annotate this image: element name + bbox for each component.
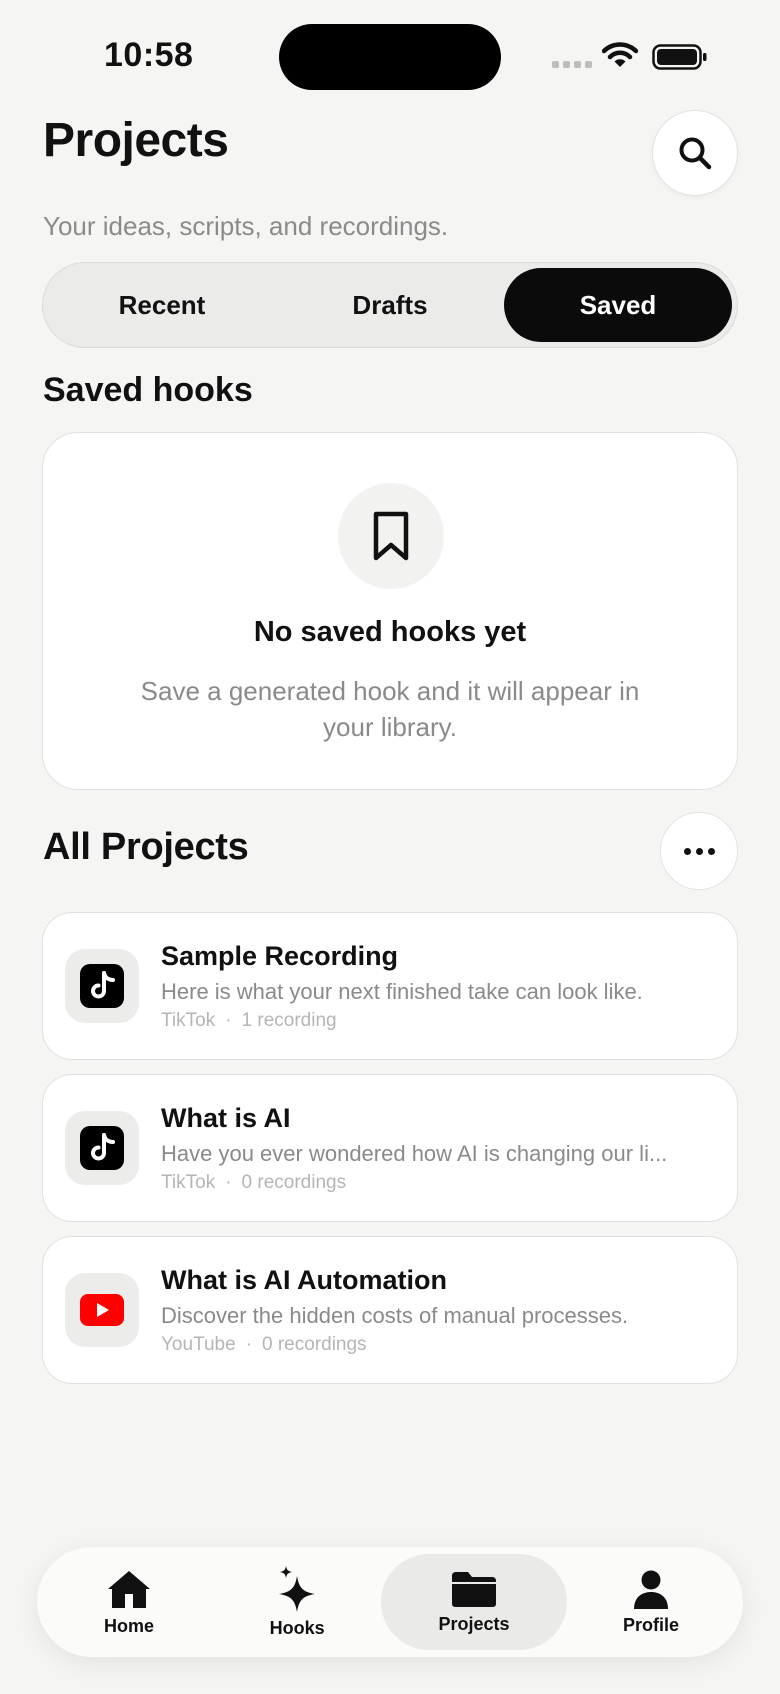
person-icon [633, 1570, 668, 1609]
page-subtitle: Your ideas, scripts, and recordings. [43, 211, 449, 241]
more-options-button[interactable] [660, 812, 738, 890]
empty-state-title: No saved hooks yet [253, 616, 527, 648]
empty-state-description: Save a generated hook and it will appear… [140, 676, 640, 742]
project-description: Here is what your next finished take can… [161, 979, 643, 1004]
project-meta: TikTok · 0 recordings [161, 1172, 346, 1194]
tab-label: Hooks [269, 1617, 325, 1638]
empty-icon-circle [338, 483, 444, 589]
tab-home[interactable]: Home [45, 1554, 213, 1650]
youtube-icon [80, 1294, 124, 1326]
more-dot [707, 847, 715, 855]
tiktok-icon [80, 964, 124, 1008]
meta-separator: · [245, 1334, 252, 1355]
page-title: Projects [43, 114, 229, 167]
saved-hooks-title: Saved hooks [43, 371, 253, 409]
wifi-icon [602, 42, 638, 67]
more-horizontal-icon [683, 847, 691, 855]
more-dot [695, 847, 703, 855]
search-button[interactable] [652, 110, 738, 196]
project-meta: TikTok · 1 recording [161, 1010, 337, 1032]
project-title: What is AI Automation [161, 1265, 447, 1295]
project-title: Sample Recording [161, 941, 399, 971]
project-platform-badge [65, 1111, 139, 1185]
home-icon [108, 1570, 151, 1608]
sparkle-icon [279, 1565, 316, 1612]
dynamic-island [279, 24, 501, 90]
search-icon [679, 137, 712, 170]
tiktok-icon [80, 1126, 124, 1170]
project-platform: TikTok [161, 1172, 216, 1193]
tab-projects[interactable]: Projects [381, 1554, 567, 1650]
project-card-what-is-ai[interactable]: What is AI Have you ever wondered how AI… [42, 1074, 738, 1222]
segment-saved[interactable]: Saved [504, 268, 732, 342]
segmented-control: Recent Drafts Saved [42, 262, 738, 348]
meta-separator: · [225, 1010, 232, 1031]
project-recording-count: 1 recording [241, 1010, 337, 1031]
tab-label: Projects [438, 1613, 510, 1634]
folder-icon [452, 1571, 497, 1607]
bookmark-icon [373, 511, 409, 561]
segment-recent[interactable]: Recent [48, 268, 276, 342]
status-time: 10:58 [104, 36, 194, 74]
battery-icon [652, 44, 707, 70]
project-recording-count: 0 recordings [262, 1334, 367, 1355]
all-projects-title: All Projects [43, 826, 249, 868]
project-meta: YouTube · 0 recordings [161, 1334, 367, 1356]
tab-profile[interactable]: Profile [567, 1554, 735, 1650]
tab-label: Home [104, 1615, 155, 1636]
project-platform: YouTube [161, 1334, 236, 1355]
project-platform: TikTok [161, 1010, 216, 1031]
tab-label: Profile [622, 1614, 679, 1635]
project-recording-count: 0 recordings [241, 1172, 347, 1193]
project-description: Have you ever wondered how AI is changin… [161, 1141, 668, 1166]
segment-drafts[interactable]: Drafts [276, 268, 504, 342]
tab-hooks[interactable]: Hooks [213, 1554, 381, 1650]
project-card-what-is-ai-automation[interactable]: What is AI Automation Discover the hidde… [42, 1236, 738, 1384]
cellular-signal-icon [552, 61, 592, 68]
project-card-sample-recording[interactable]: Sample Recording Here is what your next … [42, 912, 738, 1060]
project-description: Discover the hidden costs of manual proc… [161, 1303, 629, 1328]
bottom-tab-bar: Home Hooks Projects Profile [37, 1547, 743, 1657]
saved-hooks-empty-state: No saved hooks yet Save a generated hook… [42, 432, 738, 790]
project-platform-badge [65, 949, 139, 1023]
meta-separator: · [225, 1172, 232, 1193]
project-title: What is AI [161, 1103, 291, 1133]
project-platform-badge [65, 1273, 139, 1347]
projects-screen: 10:58 Projects Your ideas, scripts, and … [0, 0, 780, 1694]
